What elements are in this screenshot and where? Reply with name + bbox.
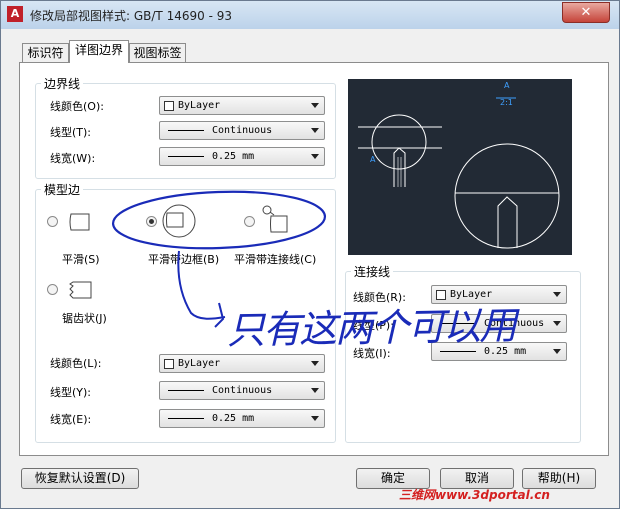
boundary-lineweight-dropdown[interactable]: 0.25 mm bbox=[159, 147, 325, 166]
chevron-down-icon bbox=[553, 292, 561, 297]
boundary-linetype-dropdown[interactable]: Continuous bbox=[159, 121, 325, 140]
radio-smooth-with-border[interactable] bbox=[146, 216, 157, 227]
line-sample bbox=[168, 156, 204, 157]
boundary-lineweight-label: 线宽(W): bbox=[50, 152, 96, 165]
chevron-down-icon bbox=[553, 349, 561, 354]
jagged-label: 锯齿状(J) bbox=[62, 312, 107, 325]
preview-drawing bbox=[358, 97, 560, 249]
tab-detail-boundary[interactable]: 详图边界 bbox=[69, 40, 129, 63]
window-title: 修改局部视图样式: GB/T 14690 - 93 bbox=[30, 9, 232, 23]
preview-detail-label: A bbox=[370, 155, 376, 164]
line-sample bbox=[168, 390, 204, 391]
preview-scale-label: 2:1 bbox=[500, 98, 513, 107]
model-edge-group-title: 模型边 bbox=[41, 181, 84, 198]
dialog-window: A 修改局部视图样式: GB/T 14690 - 93 ✕ 标识符 详图边界 视… bbox=[0, 0, 620, 509]
line-sample bbox=[168, 130, 204, 131]
boundary-lineweight-value: 0.25 mm bbox=[212, 151, 255, 162]
jagged-edge-icon bbox=[69, 281, 92, 299]
color-swatch bbox=[164, 359, 174, 369]
radio-jagged[interactable] bbox=[47, 284, 58, 295]
radio-smooth[interactable] bbox=[47, 216, 58, 227]
model-edge-lineweight-dropdown[interactable]: 0.25 mm bbox=[159, 409, 325, 428]
line-sample bbox=[440, 351, 476, 352]
boundary-color-value: ByLayer bbox=[178, 100, 221, 111]
handwritten-note: 只有这两个可以用 bbox=[226, 303, 516, 353]
chevron-down-icon bbox=[553, 321, 561, 326]
smooth-edge-icon bbox=[69, 213, 90, 231]
chevron-down-icon bbox=[311, 388, 319, 393]
boundary-color-dropdown[interactable]: ByLayer bbox=[159, 96, 325, 115]
tab-view-label[interactable]: 视图标签 bbox=[129, 43, 186, 62]
close-button[interactable]: ✕ bbox=[562, 2, 610, 23]
model-edge-linetype-dropdown[interactable]: Continuous bbox=[159, 381, 325, 400]
chevron-down-icon bbox=[311, 361, 319, 366]
tab-identifier[interactable]: 标识符 bbox=[22, 43, 69, 62]
smooth-with-connector-icon bbox=[262, 205, 288, 233]
preview-view-label: A bbox=[504, 81, 510, 90]
line-sample bbox=[168, 418, 204, 419]
boundary-linetype-value: Continuous bbox=[212, 125, 273, 136]
chevron-down-icon bbox=[311, 154, 319, 159]
model-edge-color-value: ByLayer bbox=[178, 358, 221, 369]
boundary-color-label: 线颜色(O): bbox=[50, 100, 104, 113]
chevron-down-icon bbox=[311, 128, 319, 133]
smooth-with-connector-label: 平滑带连接线(C) bbox=[234, 253, 317, 266]
color-swatch bbox=[164, 101, 174, 111]
reset-defaults-button[interactable]: 恢复默认设置(D) bbox=[21, 468, 139, 489]
radio-smooth-with-connector[interactable] bbox=[244, 216, 255, 227]
boundary-group-title: 边界线 bbox=[41, 75, 84, 92]
model-edge-color-dropdown[interactable]: ByLayer bbox=[159, 354, 325, 373]
smooth-label: 平滑(S) bbox=[62, 253, 100, 266]
smooth-with-border-label: 平滑带边框(B) bbox=[148, 253, 220, 266]
model-edge-linetype-value: Continuous bbox=[212, 385, 273, 396]
model-edge-linetype-label: 线型(Y): bbox=[50, 386, 92, 399]
model-edge-lineweight-value: 0.25 mm bbox=[212, 413, 255, 424]
model-edge-color-label: 线颜色(L): bbox=[50, 357, 102, 370]
preview-canvas: A 2:1 A bbox=[348, 79, 572, 255]
watermark: 三维网www.3dportal.cn bbox=[399, 488, 550, 502]
model-edge-lineweight-label: 线宽(E): bbox=[50, 413, 92, 426]
boundary-linetype-label: 线型(T): bbox=[50, 126, 92, 139]
autocad-app-icon: A bbox=[7, 6, 23, 22]
chevron-down-icon bbox=[311, 103, 319, 108]
smooth-with-border-icon bbox=[162, 204, 196, 238]
chevron-down-icon bbox=[311, 416, 319, 421]
title-bar: A 修改局部视图样式: GB/T 14690 - 93 ✕ bbox=[1, 1, 619, 29]
connection-group-title: 连接线 bbox=[351, 263, 394, 280]
